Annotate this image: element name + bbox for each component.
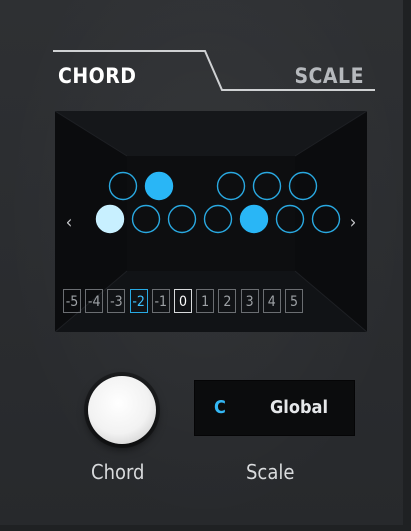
note-circle-top-0[interactable] — [108, 171, 138, 201]
note-circle-bottom-3[interactable] — [203, 204, 233, 234]
octave-button[interactable]: 2 — [218, 289, 237, 313]
note-circle-top-4[interactable] — [288, 171, 318, 201]
note-circle-top-3[interactable] — [252, 171, 282, 201]
note-circle-top-2[interactable] — [216, 171, 246, 201]
note-circle-top-1[interactable] — [144, 171, 174, 201]
scale-label: Scale — [246, 460, 295, 484]
tab-scale[interactable]: SCALE — [240, 58, 364, 94]
chord-button[interactable] — [88, 376, 156, 444]
octave-button[interactable]: -3 — [107, 289, 126, 313]
octave-button[interactable]: -4 — [85, 289, 104, 313]
chord-display: ‹ › -5 -4 -3 -2 -1 0 1 2 3 4 5 — [55, 111, 367, 332]
chord-label: Chord — [91, 460, 145, 484]
panel-edge-bottom — [0, 525, 411, 531]
note-circle-bottom-6[interactable] — [311, 204, 341, 234]
scale-name-value: Global — [270, 397, 329, 418]
note-circle-bottom-5[interactable] — [275, 204, 305, 234]
scale-key-value: C — [214, 397, 226, 418]
octave-button[interactable]: -5 — [63, 289, 81, 313]
scale-selector[interactable]: C Global — [194, 380, 355, 436]
tab-chord[interactable]: CHORD — [58, 58, 208, 94]
note-circle-bottom-1[interactable] — [131, 204, 161, 234]
note-circle-bottom-0[interactable] — [95, 204, 125, 234]
note-circle-bottom-2[interactable] — [167, 204, 197, 234]
octave-button[interactable]: 3 — [240, 289, 259, 313]
octave-button[interactable]: -1 — [151, 289, 170, 313]
note-circle-bottom-4[interactable] — [239, 204, 269, 234]
octave-button[interactable]: 1 — [196, 289, 215, 313]
octave-button[interactable]: 4 — [262, 289, 281, 313]
octave-button[interactable]: -2 — [129, 289, 148, 313]
octave-button[interactable]: 5 — [285, 289, 303, 313]
chord-panel: CHORD SCALE ‹ › -5 -4 -3 -2 -1 0 1 2 3 4 5 Chord — [0, 0, 411, 531]
octave-button[interactable]: 0 — [174, 289, 192, 313]
